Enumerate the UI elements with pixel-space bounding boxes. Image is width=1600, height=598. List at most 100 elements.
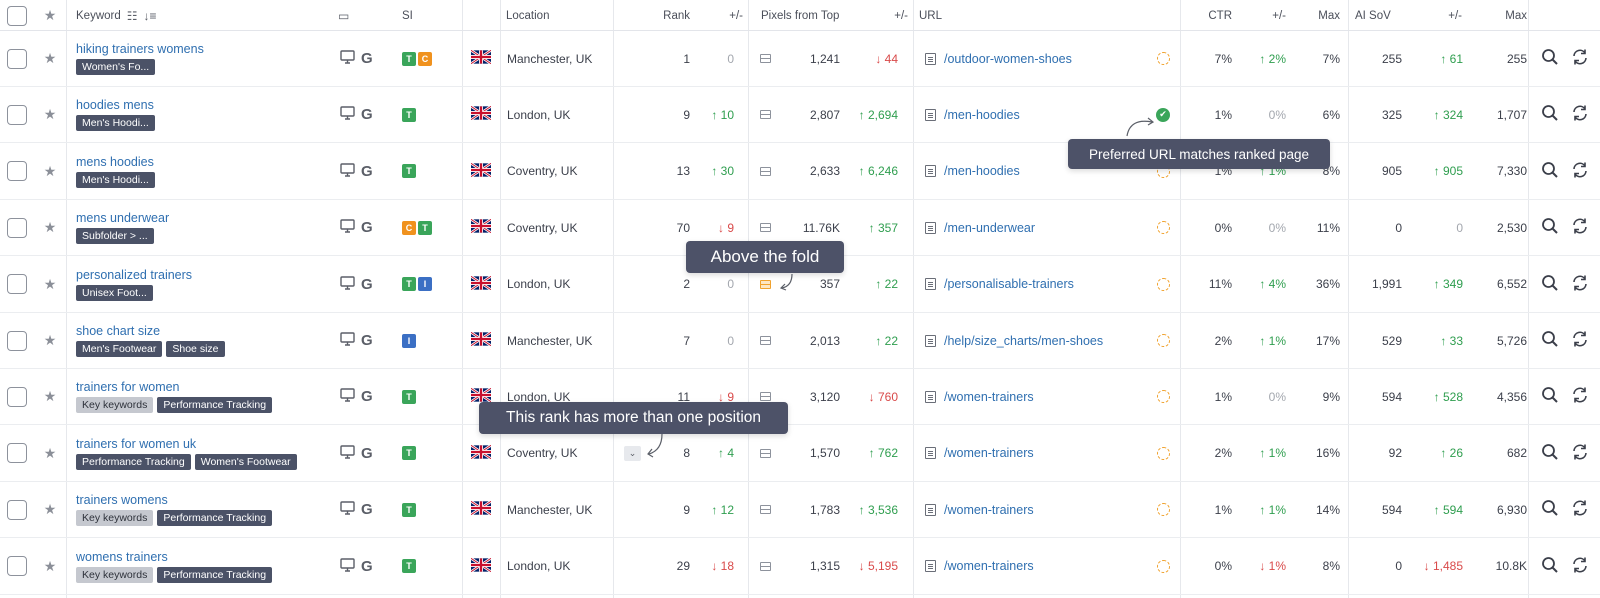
- url-link[interactable]: /outdoor-women-shoes: [944, 52, 1072, 66]
- keyword-tag[interactable]: Women's Footwear: [194, 453, 297, 470]
- table-row[interactable]: ★ mens hoodies Men's Hoodi... G T Covent…: [0, 144, 1600, 200]
- keyword-tag[interactable]: Key keywords: [76, 510, 154, 527]
- keyword-link[interactable]: mens underwear: [76, 211, 169, 225]
- star-icon[interactable]: ★: [44, 501, 57, 518]
- keyword-link[interactable]: trainers for women uk: [76, 437, 196, 451]
- keyword-tag[interactable]: Men's Footwear: [76, 341, 163, 357]
- aisov-max-header[interactable]: Max: [1505, 10, 1527, 22]
- keyword-link[interactable]: personalized trainers: [76, 268, 192, 282]
- url-header[interactable]: URL: [919, 10, 942, 22]
- filter-icon[interactable]: ☷: [127, 9, 138, 23]
- keyword-link[interactable]: trainers for women: [76, 380, 180, 394]
- keyword-tag[interactable]: Unisex Foot...: [76, 284, 153, 301]
- url-link[interactable]: /men-hoodies: [944, 164, 1020, 178]
- refresh-icon[interactable]: [1571, 443, 1589, 464]
- search-icon[interactable]: [1541, 443, 1559, 464]
- refresh-icon[interactable]: [1571, 217, 1589, 238]
- keyword-header[interactable]: Keyword: [76, 10, 121, 22]
- table-row[interactable]: ★ hoodies mens Men's Hoodi... G T London…: [0, 87, 1600, 144]
- star-icon[interactable]: ★: [44, 445, 57, 462]
- url-link[interactable]: /women-trainers: [944, 446, 1034, 460]
- search-icon[interactable]: [1541, 274, 1559, 295]
- keyword-tag[interactable]: Key keywords: [76, 566, 154, 583]
- refresh-icon[interactable]: [1571, 104, 1589, 125]
- location-header[interactable]: Location: [506, 10, 549, 22]
- star-icon[interactable]: ★: [44, 106, 57, 123]
- star-icon[interactable]: ★: [44, 558, 57, 575]
- aisov-delta-header[interactable]: +/-: [1448, 10, 1462, 22]
- ctr-max-header[interactable]: Max: [1318, 10, 1340, 22]
- keyword-tag[interactable]: Women's Fo...: [76, 59, 156, 75]
- search-icon[interactable]: [1541, 48, 1559, 69]
- search-icon[interactable]: [1541, 386, 1559, 407]
- chevron-down-icon[interactable]: ⌄: [624, 445, 641, 461]
- star-icon[interactable]: ★: [44, 163, 57, 180]
- select-all-checkbox[interactable]: [7, 5, 27, 26]
- sort-icon[interactable]: ↓≡: [144, 9, 157, 23]
- url-link[interactable]: /women-trainers: [944, 559, 1034, 573]
- url-link[interactable]: /women-trainers: [944, 390, 1034, 404]
- keyword-tag[interactable]: Performance Tracking: [157, 566, 273, 583]
- keyword-link[interactable]: womens trainers: [76, 550, 168, 564]
- table-row[interactable]: ★ womens trainers Key keywords Performanc…: [0, 539, 1600, 595]
- search-icon[interactable]: [1541, 104, 1559, 125]
- keyword-link[interactable]: hoodies mens: [76, 98, 154, 112]
- row-checkbox[interactable]: [7, 161, 27, 182]
- search-icon[interactable]: [1541, 556, 1559, 577]
- refresh-icon[interactable]: [1571, 48, 1589, 69]
- row-checkbox[interactable]: [7, 217, 27, 238]
- row-checkbox[interactable]: [7, 330, 27, 351]
- aisov-header[interactable]: AI SoV: [1355, 10, 1391, 22]
- refresh-icon[interactable]: [1571, 330, 1589, 351]
- pixels-delta-header[interactable]: +/-: [894, 10, 908, 22]
- search-icon[interactable]: [1541, 499, 1559, 520]
- keyword-link[interactable]: mens hoodies: [76, 155, 154, 169]
- refresh-icon[interactable]: [1571, 556, 1589, 577]
- url-link[interactable]: /help/size_charts/men-shoes: [944, 334, 1103, 348]
- star-icon[interactable]: ★: [44, 332, 57, 349]
- keyword-tag[interactable]: Performance Tracking: [157, 510, 273, 527]
- keyword-link[interactable]: shoe chart size: [76, 324, 160, 338]
- refresh-icon[interactable]: [1571, 274, 1589, 295]
- search-icon[interactable]: [1541, 217, 1559, 238]
- star-icon[interactable]: ★: [44, 276, 57, 293]
- ctr-header[interactable]: CTR: [1208, 10, 1232, 22]
- url-link[interactable]: /men-hoodies: [944, 108, 1020, 122]
- star-icon[interactable]: ★: [44, 50, 57, 67]
- url-link[interactable]: /personalisable-trainers: [944, 277, 1074, 291]
- keyword-tag[interactable]: Men's Hoodi...: [76, 171, 155, 188]
- keyword-tag[interactable]: Key keywords: [76, 397, 154, 414]
- table-row[interactable]: ★ hiking trainers womens Women's Fo... G…: [0, 31, 1600, 87]
- refresh-icon[interactable]: [1571, 386, 1589, 407]
- refresh-icon[interactable]: [1571, 161, 1589, 182]
- keyword-tag[interactable]: Subfolder > ...: [76, 228, 154, 245]
- pixels-header[interactable]: Pixels from Top: [761, 10, 839, 22]
- keyword-tag[interactable]: Shoe size: [166, 341, 225, 357]
- ctr-delta-header[interactable]: +/-: [1272, 10, 1286, 22]
- table-row[interactable]: ★ trainers womens Key keywords Performanc…: [0, 482, 1600, 539]
- row-checkbox[interactable]: [7, 104, 27, 125]
- keyword-link[interactable]: trainers womens: [76, 493, 168, 507]
- star-icon[interactable]: ★: [44, 388, 57, 405]
- rank-header[interactable]: Rank: [663, 10, 690, 22]
- row-checkbox[interactable]: [7, 499, 27, 520]
- keyword-tag[interactable]: Men's Hoodi...: [76, 115, 155, 132]
- search-icon[interactable]: [1541, 330, 1559, 351]
- row-checkbox[interactable]: [7, 386, 27, 407]
- keyword-link[interactable]: hiking trainers womens: [76, 42, 204, 56]
- table-row[interactable]: ★ trainers for women Key keywords Perform…: [0, 369, 1600, 426]
- url-link[interactable]: /women-trainers: [944, 503, 1034, 517]
- rank-delta-header[interactable]: +/-: [729, 10, 743, 22]
- keyword-tag[interactable]: Performance Tracking: [76, 453, 191, 470]
- url-link[interactable]: /men-underwear: [944, 221, 1035, 235]
- row-checkbox[interactable]: [7, 48, 27, 69]
- refresh-icon[interactable]: [1571, 499, 1589, 520]
- table-row[interactable]: ★ shoe chart size Men's Footwear Shoe siz…: [0, 313, 1600, 369]
- keyword-tag[interactable]: Performance Tracking: [157, 397, 273, 414]
- row-checkbox[interactable]: [7, 443, 27, 464]
- row-checkbox[interactable]: [7, 274, 27, 295]
- star-icon[interactable]: ★: [44, 219, 57, 236]
- row-checkbox[interactable]: [7, 556, 27, 577]
- si-header[interactable]: SI: [402, 10, 413, 22]
- table-row[interactable]: ★ trainers for women uk Performance Trac…: [0, 426, 1600, 482]
